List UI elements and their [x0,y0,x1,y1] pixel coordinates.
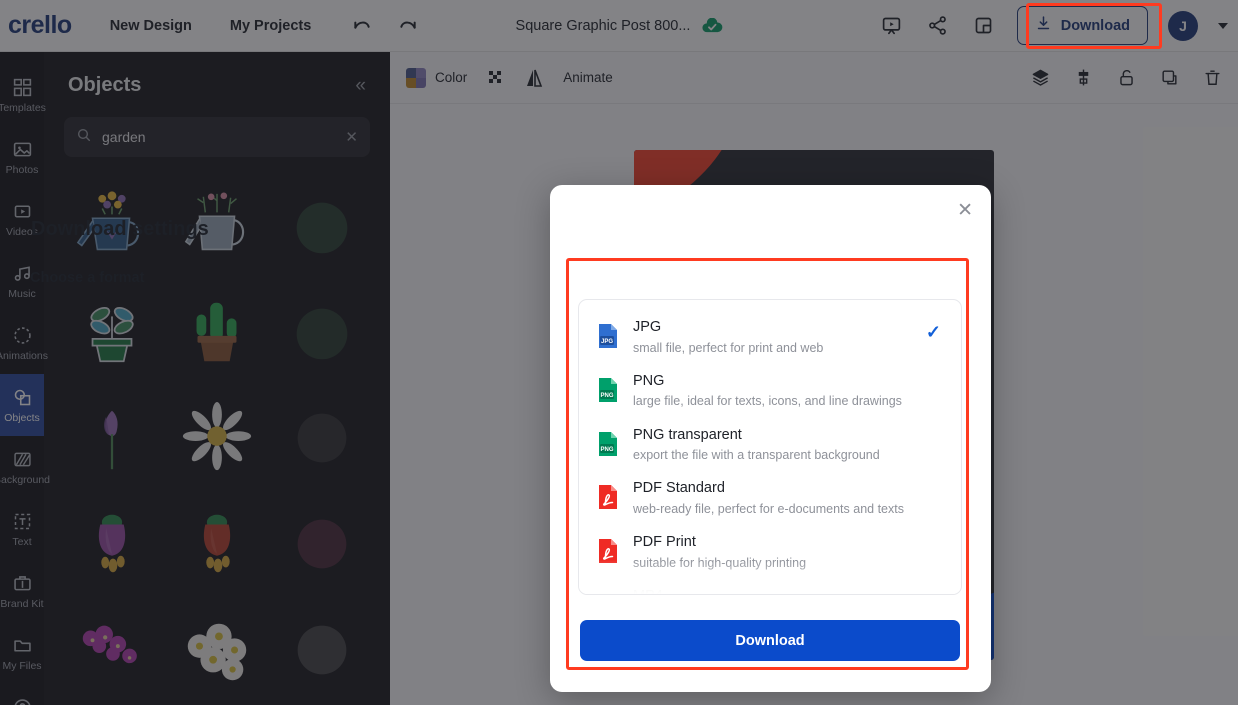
format-text-jpg: JPG small file, perfect for print and we… [633,318,912,356]
svg-text:PNG: PNG [600,393,613,399]
format-option-mp4[interactable]: MP4 MP4 [579,579,961,594]
format-desc-pdf-print: suitable for high-quality printing [633,555,807,570]
format-desc-png: large file, ideal for texts, icons, and … [633,394,902,409]
format-option-png[interactable]: PNG PNG large file, ideal for texts, ico… [579,364,961,418]
jpg-file-icon: JPG [597,323,619,349]
format-name-mp4: MP4 [633,587,941,594]
pdf-file-icon [597,538,619,564]
format-option-pdf-standard[interactable]: PDF Standard web-ready file, perfect for… [579,471,961,525]
close-icon[interactable]: ✕ [957,201,973,220]
png-file-icon: PNG [597,377,619,403]
format-option-png-transparent[interactable]: PNG PNG transparent export the file with… [579,418,961,472]
format-list: JPG JPG small file, perfect for print an… [579,300,961,594]
mp4-file-icon: MP4 [597,592,619,594]
format-text-png: PNG large file, ideal for texts, icons, … [633,372,941,410]
modal-title: Download settings [31,218,209,240]
format-option-jpg[interactable]: JPG JPG small file, perfect for print an… [579,310,961,364]
format-name-jpg: JPG [633,319,662,335]
choose-format-label: Choose a format [30,270,145,286]
format-desc-pdf-standard: web-ready file, perfect for e-documents … [633,502,904,516]
modal-download-button[interactable]: Download [580,620,960,661]
format-text-png-transparent: PNG transparent export the file with a t… [633,426,941,464]
pdf-file-icon [597,484,619,510]
format-text-pdf-standard: PDF Standard web-ready file, perfect for… [633,479,941,517]
format-text-mp4: MP4 [633,587,941,594]
png-file-icon: PNG [597,431,619,457]
app-root: crello New Design My Projects Square Gra… [0,0,1238,705]
format-name-png: PNG [633,372,665,389]
svg-text:JPG: JPG [601,339,613,345]
format-list-card: JPG JPG small file, perfect for print an… [578,299,962,595]
format-name-png-transparent: PNG transparent [633,426,742,443]
format-text-pdf-print: PDF Print suitable for high-quality prin… [633,533,941,571]
svg-text:PNG: PNG [600,447,613,453]
format-name-pdf-standard: PDF Standard [633,480,725,497]
format-desc-jpg: small file, perfect for print and web [633,340,824,355]
check-icon: ✓ [925,322,941,342]
format-option-pdf-print[interactable]: PDF Print suitable for high-quality prin… [579,525,961,579]
format-desc-png-transparent: export the file with a transparent backg… [633,448,880,463]
format-name-pdf-print: PDF Print [633,534,696,551]
